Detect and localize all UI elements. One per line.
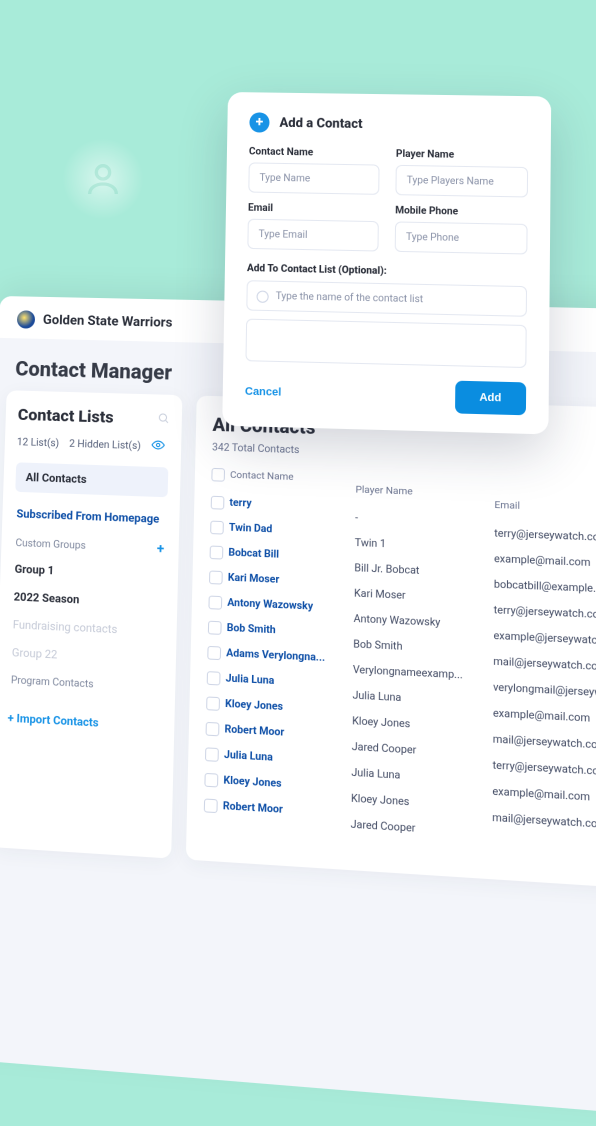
- main-panel: All Contacts 342 Total Contacts Contact …: [186, 396, 596, 896]
- cell-name: Kloey Jones: [225, 698, 352, 716]
- row-checkbox[interactable]: [211, 495, 225, 509]
- cell-name: Bobcat Bill: [228, 547, 354, 564]
- cell-name: Bob Smith: [227, 622, 354, 639]
- select-all-checkbox[interactable]: [211, 468, 225, 482]
- modal-title: Add a Contact: [279, 115, 362, 131]
- cell-name: Kloey Jones: [223, 774, 351, 793]
- row-checkbox[interactable]: [210, 545, 224, 559]
- cell-name: Julia Luna: [226, 673, 353, 691]
- cell-email: [492, 844, 596, 856]
- contact-name-input[interactable]: Type Name: [248, 162, 379, 194]
- row-checkbox[interactable]: [204, 798, 218, 813]
- email-label: Email: [248, 203, 379, 217]
- import-contacts-link[interactable]: + Import Contacts: [7, 711, 98, 730]
- plus-icon: +: [249, 112, 269, 132]
- cell-name: Adams Verylongna...: [226, 647, 353, 665]
- row-checkbox[interactable]: [208, 595, 222, 609]
- cell-name: Robert Moor: [223, 800, 351, 820]
- contact-name-label: Contact Name: [249, 146, 380, 159]
- row-checkbox[interactable]: [207, 645, 221, 659]
- sidebar: Contact Lists 12 List(s) 2 Hidden List(s…: [0, 390, 182, 858]
- visibility-icon[interactable]: [151, 438, 165, 455]
- add-contact-modal: + Add a Contact Contact Name Type Name P…: [222, 92, 551, 434]
- team-logo: [17, 310, 36, 328]
- phone-input[interactable]: Type Phone: [395, 221, 528, 254]
- contacts-table: Contact Name Player Name Email Phone ter…: [204, 468, 596, 850]
- row-checkbox[interactable]: [205, 747, 219, 762]
- cell-name: terry: [229, 497, 355, 513]
- row-checkbox[interactable]: [207, 671, 221, 685]
- row-checkbox[interactable]: [209, 570, 223, 584]
- org-name: Golden State Warriors: [43, 312, 173, 330]
- contact-list-search-input[interactable]: Type the name of the contact list: [246, 280, 527, 317]
- cell-name: Julia Luna: [224, 749, 352, 768]
- email-input[interactable]: Type Email: [247, 219, 379, 252]
- program-contacts-label: Program Contacts: [11, 675, 94, 691]
- player-name-label: Player Name: [396, 149, 528, 162]
- total-contacts: 342 Total Contacts: [212, 442, 596, 470]
- cell-player: Jared Cooper: [351, 819, 493, 840]
- add-group-icon[interactable]: +: [157, 541, 165, 557]
- row-checkbox[interactable]: [210, 520, 224, 534]
- search-icon[interactable]: [157, 409, 170, 429]
- decorative-profile-glyph: [62, 138, 144, 220]
- player-name-input[interactable]: Type Players Name: [395, 165, 528, 198]
- row-checkbox[interactable]: [206, 721, 220, 736]
- row-checkbox[interactable]: [204, 772, 218, 787]
- sidebar-item-all-contacts[interactable]: All Contacts: [15, 462, 168, 497]
- hidden-count: 2 Hidden List(s): [69, 438, 141, 452]
- sidebar-heading: Contact Lists: [18, 405, 114, 427]
- phone-label: Mobile Phone: [395, 205, 528, 219]
- cancel-button[interactable]: Cancel: [245, 386, 282, 399]
- list-count: 12 List(s): [17, 436, 60, 449]
- row-checkbox[interactable]: [208, 620, 222, 634]
- cell-name: Twin Dad: [229, 522, 355, 538]
- cell-name: Antony Wazowsky: [227, 597, 354, 614]
- add-button[interactable]: Add: [455, 381, 527, 416]
- col-name: Contact Name: [230, 470, 356, 486]
- notes-area[interactable]: [245, 319, 526, 368]
- add-to-list-label: Add To Contact List (Optional):: [247, 263, 527, 280]
- cell-name: Kari Moser: [228, 572, 355, 589]
- custom-groups-label: Custom Groups: [15, 538, 86, 552]
- row-checkbox[interactable]: [206, 696, 220, 710]
- cell-name: Robert Moor: [224, 723, 352, 742]
